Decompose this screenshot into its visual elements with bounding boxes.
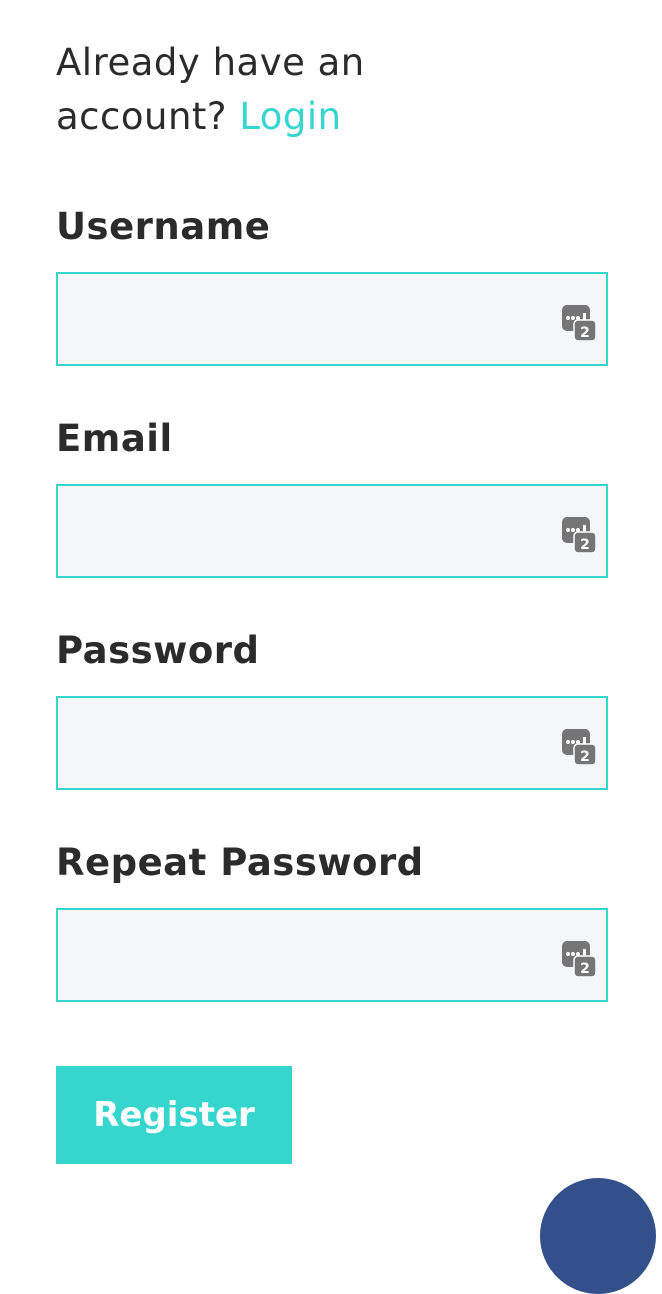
email-label: Email <box>56 417 173 460</box>
username-label: Username <box>56 205 271 248</box>
repeat-password-input[interactable] <box>58 910 606 1000</box>
username-field-container: 2 <box>56 272 608 366</box>
chat-widget-button[interactable] <box>540 1178 656 1294</box>
username-input[interactable] <box>58 274 606 364</box>
email-input[interactable] <box>58 486 606 576</box>
login-prompt: Already have an account? Login <box>56 36 476 144</box>
password-manager-badge: 2 <box>580 325 590 341</box>
password-field-container: 2 <box>56 696 608 790</box>
password-manager-icon[interactable]: 2 <box>562 517 596 553</box>
password-manager-icon[interactable]: 2 <box>562 305 596 341</box>
password-manager-badge: 2 <box>580 961 590 977</box>
register-button[interactable]: Register <box>56 1066 292 1164</box>
password-manager-icon[interactable]: 2 <box>562 729 596 765</box>
login-link[interactable]: Login <box>239 95 341 138</box>
password-label: Password <box>56 629 260 672</box>
password-input[interactable] <box>58 698 606 788</box>
email-field-container: 2 <box>56 484 608 578</box>
repeat-password-field-container: 2 <box>56 908 608 1002</box>
password-manager-badge: 2 <box>580 537 590 553</box>
repeat-password-label: Repeat Password <box>56 841 424 884</box>
password-manager-badge: 2 <box>580 749 590 765</box>
password-manager-icon[interactable]: 2 <box>562 941 596 977</box>
